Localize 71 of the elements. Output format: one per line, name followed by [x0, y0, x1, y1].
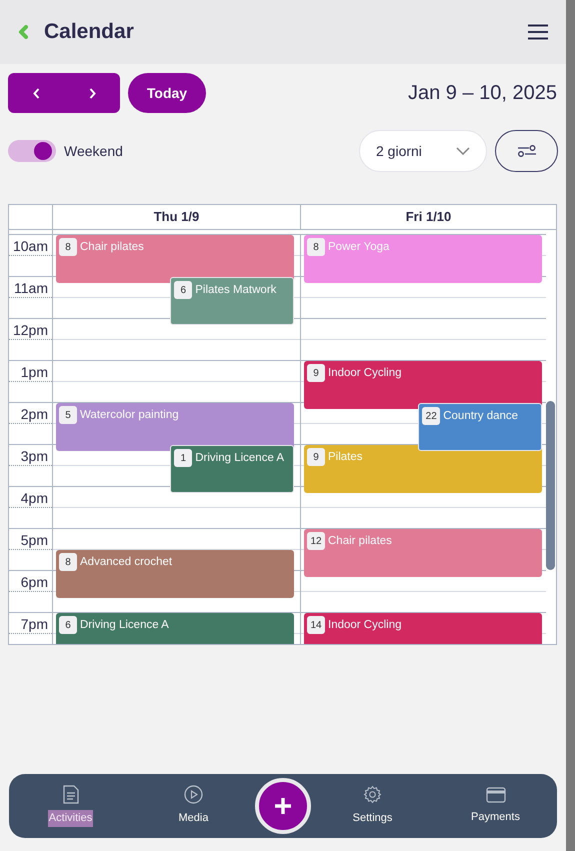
- event-card[interactable]: 22 Country dance: [418, 403, 542, 452]
- hour-label: 2pm: [20, 407, 48, 421]
- card-icon: [486, 786, 506, 803]
- hour-label: 6pm: [20, 575, 48, 589]
- day-header: Thu 1/9: [154, 208, 200, 226]
- event-card[interactable]: 6 Driving Licence A: [56, 613, 294, 644]
- event-card[interactable]: 12 Chair pilates: [304, 529, 542, 578]
- hour-label: 1pm: [20, 365, 48, 379]
- event-title: Indoor Cycling: [328, 618, 402, 633]
- hour-label: 7pm: [20, 617, 48, 631]
- attendee-count: 12: [307, 532, 325, 550]
- scrollbar-thumb[interactable]: [546, 401, 555, 570]
- weekend-label: Weekend: [64, 142, 123, 160]
- today-button[interactable]: Today: [128, 73, 206, 113]
- attendee-count: 6: [174, 281, 192, 299]
- event-card[interactable]: 14 Indoor Cycling: [304, 613, 542, 644]
- filter-button[interactable]: [495, 130, 558, 172]
- event-title: Pilates: [328, 450, 363, 465]
- attendee-count: 9: [307, 448, 325, 466]
- attendee-count: 1: [174, 449, 192, 467]
- hour-label: 10am: [12, 239, 48, 253]
- attendee-count: 22: [422, 407, 440, 425]
- document-icon: [62, 785, 80, 804]
- event-title: Driving Licence A: [80, 618, 169, 633]
- view-dropdown[interactable]: 2 giorni: [359, 130, 487, 172]
- chevron-left-icon: [32, 88, 40, 98]
- hour-label: 11am: [14, 281, 48, 295]
- attendee-count: 9: [307, 364, 325, 382]
- event-card[interactable]: 8 Power Yoga: [304, 235, 542, 284]
- nav-tab[interactable]: Settings: [311, 785, 434, 827]
- nav-tab[interactable]: Media: [132, 785, 255, 827]
- event-title: Chair pilates: [328, 534, 392, 549]
- chevron-right-icon: [88, 88, 96, 98]
- hour-label: 5pm: [20, 533, 48, 547]
- play-icon: [184, 785, 203, 804]
- attendee-count: 8: [59, 238, 77, 256]
- event-title: Chair pilates: [80, 240, 144, 255]
- sliders-icon: [516, 144, 536, 158]
- attendee-count: 8: [59, 553, 77, 571]
- event-title: Advanced crochet: [80, 555, 172, 570]
- event-title: Pilates Matwork: [195, 283, 276, 298]
- event-title: Power Yoga: [328, 240, 390, 255]
- event-card[interactable]: 8 Advanced crochet: [56, 550, 294, 598]
- date-range: Jan 9 – 10, 2025: [408, 81, 558, 106]
- attendee-count: 14: [307, 616, 325, 634]
- event-title: Watercolor painting: [80, 408, 179, 423]
- attendee-count: 5: [59, 406, 77, 424]
- event-card[interactable]: 6 Pilates Matwork: [170, 277, 294, 326]
- day-header: Fri 1/10: [406, 208, 452, 226]
- event-card[interactable]: 9 Indoor Cycling: [304, 361, 542, 410]
- event-title: Country dance: [443, 409, 518, 424]
- event-card[interactable]: 1 Driving Licence A: [170, 445, 294, 494]
- attendee-count: 6: [59, 616, 77, 634]
- hour-label: 3pm: [20, 449, 48, 463]
- caret-icon: [456, 147, 470, 155]
- page-scrollbar[interactable]: [566, 0, 575, 851]
- hour-label: 4pm: [20, 491, 48, 505]
- weekend-toggle[interactable]: [8, 140, 56, 162]
- menu-icon[interactable]: [528, 24, 548, 40]
- nav-tab[interactable]: Payments: [434, 786, 557, 826]
- page-title: Calendar: [44, 19, 134, 46]
- event-title: Driving Licence A: [195, 451, 284, 466]
- event-card[interactable]: 9 Pilates: [304, 445, 542, 494]
- hour-label: 12pm: [12, 323, 48, 337]
- event-title: Indoor Cycling: [328, 366, 402, 381]
- back-icon[interactable]: [18, 25, 28, 39]
- settings-icon: [363, 785, 382, 804]
- plus-icon: [274, 797, 292, 815]
- attendee-count: 8: [307, 238, 325, 256]
- event-card[interactable]: 8 Chair pilates: [56, 235, 294, 284]
- event-card[interactable]: 5 Watercolor painting: [56, 403, 294, 452]
